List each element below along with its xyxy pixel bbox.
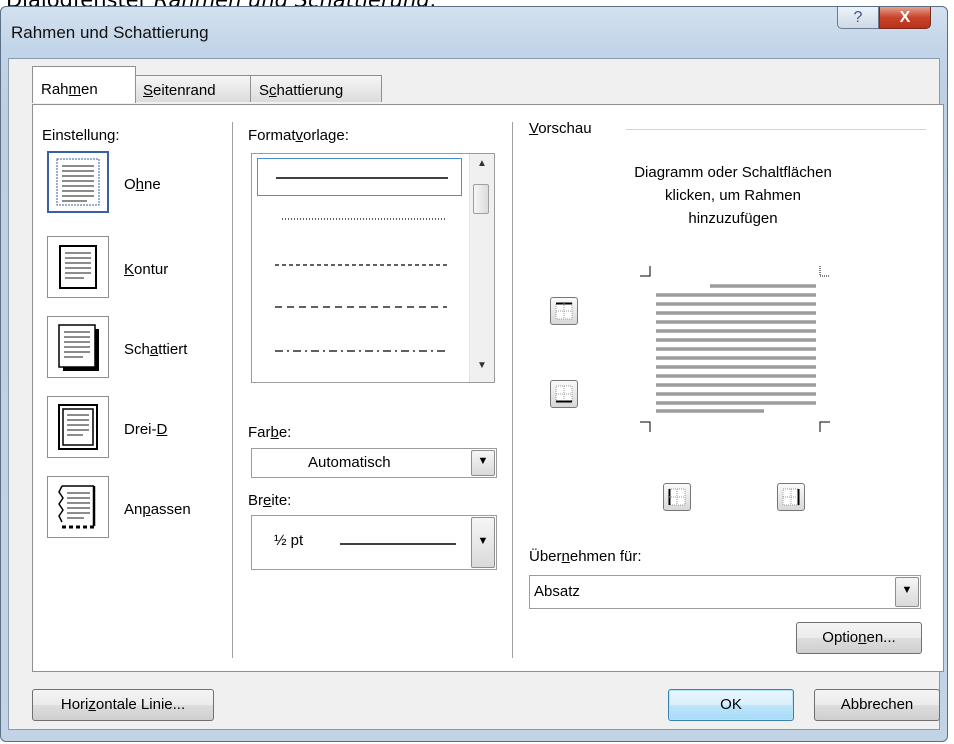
scroll-up-icon[interactable]: ▲ xyxy=(470,158,494,169)
bottom-border-button[interactable] xyxy=(550,380,578,408)
close-icon: X xyxy=(899,9,911,26)
line-style-solid[interactable] xyxy=(257,158,462,196)
apply-to-label: Übernehmen für: xyxy=(529,548,642,565)
apply-to-dropdown[interactable]: Absatz ▼ xyxy=(529,575,921,609)
setting-box-button[interactable] xyxy=(47,236,109,298)
top-border-button[interactable] xyxy=(550,297,578,325)
preview-hint: Diagramm oder Schaltflächen klicken, um … xyxy=(634,164,832,227)
chevron-down-icon: ▼ xyxy=(477,534,489,547)
window-title: Rahmen und Schattierung xyxy=(11,23,209,42)
apply-to-value: Absatz xyxy=(534,583,580,600)
scroll-thumb[interactable] xyxy=(473,184,489,214)
setting-custom-label: Anpassen xyxy=(124,501,191,518)
preview-diagram[interactable] xyxy=(636,262,836,438)
color-dropdown-button[interactable]: ▼ xyxy=(471,450,495,476)
setting-shadow-icon xyxy=(58,324,99,371)
top-border-icon xyxy=(555,302,573,320)
setting-box-icon xyxy=(59,245,97,289)
tab-seitenrand[interactable]: Seitenrand xyxy=(134,75,252,102)
tab-rahmen[interactable]: Rahmen xyxy=(32,66,136,103)
width-dropdown[interactable]: ½ pt ▼ xyxy=(251,515,497,570)
line-style-dashed-small[interactable] xyxy=(257,245,462,283)
width-dropdown-button[interactable]: ▼ xyxy=(471,517,495,568)
left-border-button[interactable] xyxy=(663,483,691,511)
horizontal-line-button[interactable]: Horizontale Linie... xyxy=(32,689,214,721)
setting-shadow-button[interactable] xyxy=(47,316,109,378)
line-style-dashed[interactable] xyxy=(257,287,462,325)
chevron-down-icon: ▼ xyxy=(477,455,489,467)
help-button[interactable]: ? xyxy=(837,7,879,29)
left-border-icon xyxy=(668,488,686,506)
ok-button[interactable]: OK xyxy=(668,689,794,721)
scroll-down-icon[interactable]: ▼ xyxy=(470,360,494,371)
setting-custom-button[interactable] xyxy=(47,476,109,538)
style-heading: Formatvorlage: xyxy=(248,127,349,144)
line-style-list[interactable]: ▲ ▼ xyxy=(251,153,495,383)
line-style-dotted[interactable] xyxy=(257,199,462,237)
apply-to-dropdown-button[interactable]: ▼ xyxy=(895,577,919,607)
setting-shadow-label: Schattiert xyxy=(124,341,188,358)
setting-none-button[interactable] xyxy=(47,151,109,213)
color-value: Automatisch xyxy=(308,454,391,471)
options-button[interactable]: Optionen... xyxy=(796,622,922,654)
setting-3d-icon xyxy=(58,404,98,450)
tab-schattierung[interactable]: Schattierung xyxy=(250,75,382,102)
close-button[interactable]: X xyxy=(879,7,931,29)
bottom-border-icon xyxy=(555,385,573,403)
settings-heading: Einstellung: xyxy=(42,127,120,144)
column-divider xyxy=(512,122,513,658)
setting-none-icon xyxy=(56,158,100,206)
width-value: ½ pt xyxy=(274,532,304,549)
width-label: Breite: xyxy=(248,492,292,509)
line-style-dash-dot[interactable] xyxy=(257,329,462,367)
help-icon: ? xyxy=(853,9,863,26)
color-label: Farbe: xyxy=(248,424,292,441)
setting-custom-icon xyxy=(58,485,96,529)
column-divider xyxy=(232,122,233,658)
preview-heading: Vorschau xyxy=(529,120,592,137)
right-border-icon xyxy=(782,488,800,506)
setting-3d-button[interactable] xyxy=(47,396,109,458)
setting-3d-label: Drei-D xyxy=(124,421,168,438)
preview-heading-rule xyxy=(626,129,926,130)
setting-box-label: Kontur xyxy=(124,261,169,278)
chevron-down-icon: ▼ xyxy=(901,584,913,596)
cancel-button[interactable]: Abbrechen xyxy=(814,689,940,721)
setting-none-label: Ohne xyxy=(124,176,161,193)
line-style-scrollbar[interactable]: ▲ ▼ xyxy=(469,154,494,382)
right-border-button[interactable] xyxy=(777,483,805,511)
color-dropdown[interactable]: Automatisch ▼ xyxy=(251,448,497,478)
width-line-sample xyxy=(340,543,456,545)
